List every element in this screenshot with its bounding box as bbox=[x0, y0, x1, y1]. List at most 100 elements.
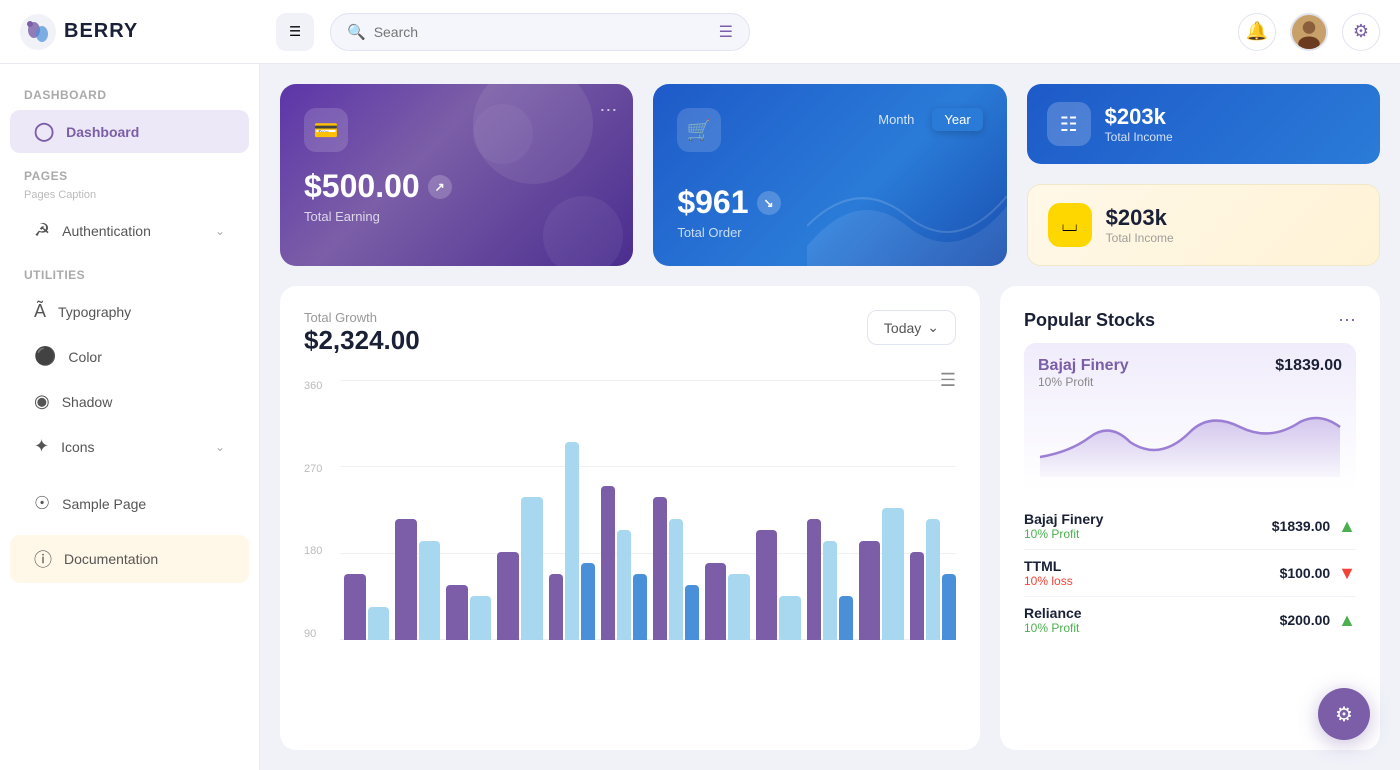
bar-light-blue bbox=[669, 519, 683, 640]
documentation-icon: ⓘ bbox=[34, 546, 52, 572]
stat-icon-yellow: ⌴ bbox=[1048, 203, 1092, 247]
sidebar-item-color[interactable]: ⚫ Color bbox=[10, 335, 249, 378]
bar-light-blue bbox=[470, 596, 492, 640]
total-order-card: 🛒 Month Year $961 ↘ Total Order bbox=[653, 84, 1006, 266]
main-layout: Dashboard ◯ Dashboard Pages Pages Captio… bbox=[0, 64, 1400, 770]
featured-stock-name: Bajaj Finery bbox=[1038, 357, 1129, 375]
stock-profit-1: 10% Profit bbox=[1024, 527, 1103, 541]
stat-icon-blue: ☷ bbox=[1047, 102, 1091, 146]
order-card-top: 🛒 Month Year bbox=[677, 108, 982, 168]
search-input[interactable] bbox=[374, 24, 711, 40]
bar-purple bbox=[497, 552, 519, 640]
notification-icon: 🔔 bbox=[1246, 21, 1268, 42]
card-dots-icon[interactable]: ⋯ bbox=[599, 100, 617, 121]
stat-info-blue: $203k Total Income bbox=[1105, 104, 1173, 144]
bar-group bbox=[756, 530, 801, 640]
bar-light-blue bbox=[823, 541, 837, 640]
y-label-180: 180 bbox=[304, 545, 338, 557]
sidebar-item-authentication-label: Authentication bbox=[62, 223, 151, 239]
trend-up-icon-3: ▲ bbox=[1338, 610, 1356, 631]
featured-stock-box: Bajaj Finery 10% Profit $1839.00 bbox=[1024, 343, 1356, 491]
y-label-360: 360 bbox=[304, 380, 338, 392]
filter-icon[interactable]: ☰ bbox=[719, 22, 733, 42]
bar-purple bbox=[705, 563, 727, 640]
bar-chart bbox=[344, 380, 956, 640]
bar-light-blue bbox=[521, 497, 543, 640]
bar-light-blue bbox=[565, 442, 579, 640]
sidebar-item-sample-page[interactable]: ☉ Sample Page bbox=[10, 482, 249, 525]
hamburger-icon: ☰ bbox=[289, 24, 301, 40]
bar-light-blue bbox=[728, 574, 750, 640]
y-label-90: 90 bbox=[304, 628, 338, 640]
avatar-image bbox=[1292, 15, 1326, 49]
wave-decoration bbox=[807, 166, 1007, 266]
chart-area: ☰ 360 270 180 bbox=[304, 370, 956, 726]
logo-icon bbox=[20, 14, 56, 50]
avatar[interactable] bbox=[1290, 13, 1328, 51]
bar-purple bbox=[859, 541, 881, 640]
bar-blue bbox=[633, 574, 647, 640]
stock-price-1: $1839.00 bbox=[1272, 518, 1330, 534]
bar-blue bbox=[581, 563, 595, 640]
bar-purple bbox=[395, 519, 417, 640]
sidebar-item-authentication[interactable]: ☭ Authentication ⌄ bbox=[10, 209, 249, 252]
month-toggle[interactable]: Month bbox=[866, 108, 926, 131]
stock-right-3: $200.00 ▲ bbox=[1280, 610, 1356, 631]
stocks-title: Popular Stocks bbox=[1024, 310, 1155, 331]
icons-icon: ✦ bbox=[34, 436, 49, 457]
sidebar-item-sample-page-label: Sample Page bbox=[62, 496, 146, 512]
year-toggle[interactable]: Year bbox=[932, 108, 982, 131]
featured-stock-left: Bajaj Finery 10% Profit bbox=[1038, 357, 1129, 389]
sidebar-item-documentation[interactable]: ⓘ Documentation bbox=[10, 535, 249, 583]
topbar: BERRY ☰ 🔍 ☰ 🔔 ⚙ bbox=[0, 0, 1400, 64]
topbar-right: 🔔 ⚙ bbox=[1238, 13, 1380, 51]
bar-blue bbox=[942, 574, 956, 640]
shadow-icon: ◉ bbox=[34, 391, 50, 412]
bar-blue bbox=[839, 596, 853, 640]
stock-loss-2: 10% loss bbox=[1024, 574, 1073, 588]
bar-group bbox=[807, 519, 853, 640]
stocks-dots-icon[interactable]: ⋯ bbox=[1338, 310, 1356, 331]
sidebar-item-icons[interactable]: ✦ Icons ⌄ bbox=[10, 425, 249, 468]
sidebar-item-typography[interactable]: Ã Typography bbox=[10, 290, 249, 333]
earning-card-icon: 💳 bbox=[304, 108, 348, 152]
chevron-down-icon: ⌄ bbox=[927, 319, 939, 336]
wallet-icon: 💳 bbox=[314, 118, 339, 143]
bar-group bbox=[653, 497, 699, 640]
stock-right-2: $100.00 ▼ bbox=[1280, 563, 1356, 584]
stat-card-yellow: ⌴ $203k Total Income bbox=[1027, 184, 1380, 266]
sidebar-item-shadow[interactable]: ◉ Shadow bbox=[10, 380, 249, 423]
stock-right-1: $1839.00 ▲ bbox=[1272, 516, 1356, 537]
icons-chevron-icon: ⌄ bbox=[215, 440, 225, 454]
bar-group bbox=[395, 519, 440, 640]
list-item: Bajaj Finery 10% Profit $1839.00 ▲ bbox=[1024, 503, 1356, 550]
list-item: TTML 10% loss $100.00 ▼ bbox=[1024, 550, 1356, 597]
growth-amount: $2,324.00 bbox=[304, 325, 420, 356]
bar-light-blue bbox=[926, 519, 940, 640]
sidebar-item-typography-label: Typography bbox=[58, 304, 131, 320]
today-button[interactable]: Today ⌄ bbox=[867, 310, 956, 345]
featured-stock-price: $1839.00 bbox=[1275, 357, 1342, 375]
bottom-row: Total Growth $2,324.00 Today ⌄ ☰ bbox=[280, 286, 1380, 750]
hamburger-button[interactable]: ☰ bbox=[276, 13, 314, 51]
sidebar-item-dashboard[interactable]: ◯ Dashboard bbox=[10, 110, 249, 153]
stock-chart-svg bbox=[1038, 397, 1342, 477]
fab-button[interactable]: ⚙ bbox=[1318, 688, 1370, 740]
bar-group bbox=[859, 508, 904, 640]
notification-button[interactable]: 🔔 bbox=[1238, 13, 1276, 51]
app-name: BERRY bbox=[64, 20, 138, 43]
bar-light-blue bbox=[882, 508, 904, 640]
stock-mini-chart bbox=[1038, 397, 1342, 477]
bar-group bbox=[601, 486, 647, 640]
trend-down-icon: ↘ bbox=[757, 191, 781, 215]
bar-purple bbox=[756, 530, 778, 640]
keyboard-icon: ⌴ bbox=[1062, 214, 1078, 237]
fab-icon: ⚙ bbox=[1335, 702, 1353, 727]
settings-button[interactable]: ⚙ bbox=[1342, 13, 1380, 51]
bar-purple bbox=[910, 552, 924, 640]
bar-blue bbox=[685, 585, 699, 640]
month-year-toggle: Month Year bbox=[866, 108, 982, 131]
stock-price-2: $100.00 bbox=[1280, 565, 1331, 581]
growth-card: Total Growth $2,324.00 Today ⌄ ☰ bbox=[280, 286, 980, 750]
utilities-section-label: Utilities bbox=[0, 264, 259, 288]
